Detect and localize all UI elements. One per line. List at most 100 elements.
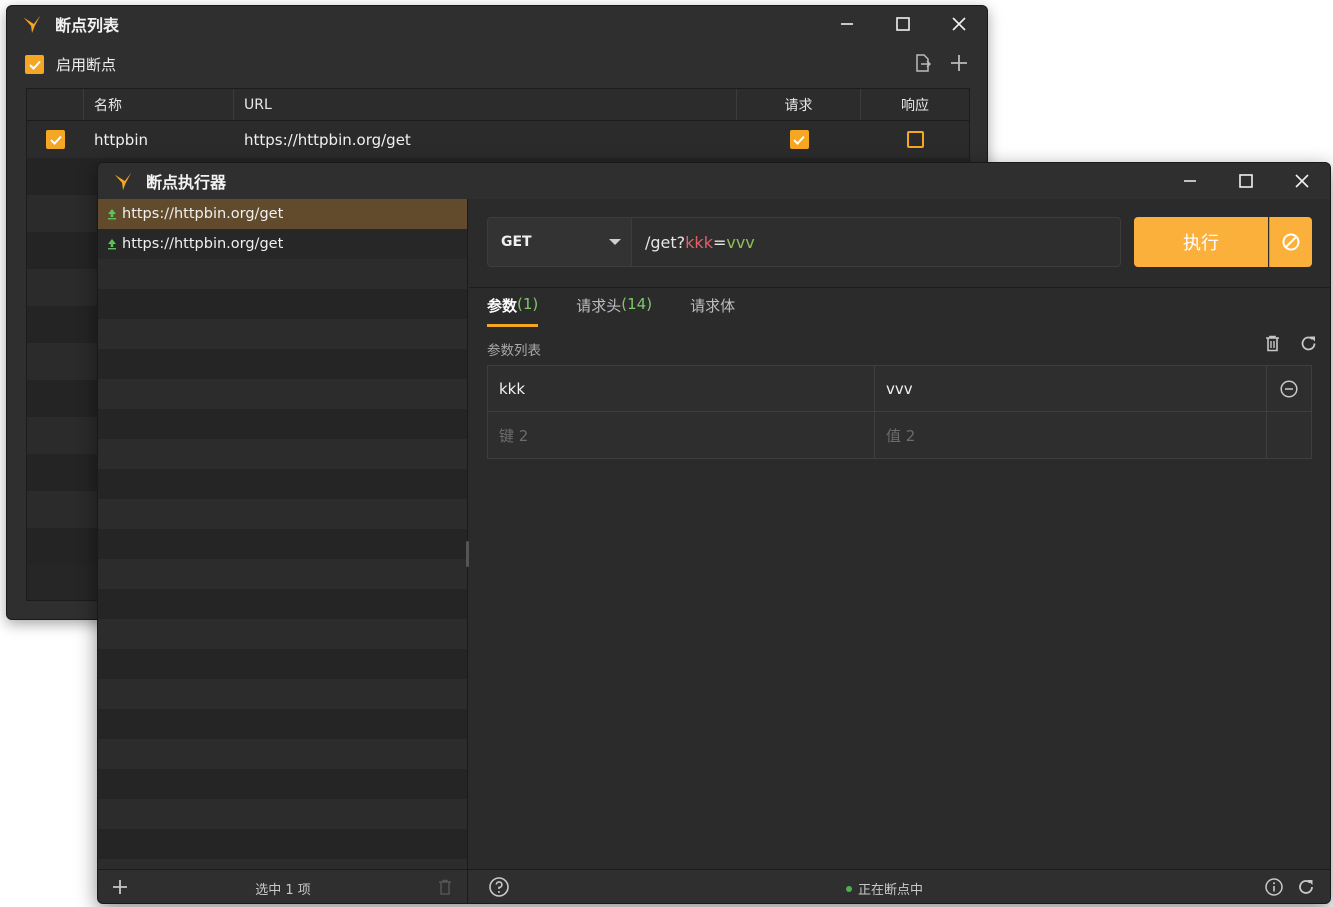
help-icon[interactable]	[488, 876, 510, 898]
empty-row	[98, 319, 467, 349]
window-title: 断点执行器	[146, 173, 227, 192]
refresh-icon[interactable]	[1296, 877, 1316, 897]
request-url: https://httpbin.org/get	[122, 206, 284, 222]
app-logo-icon	[114, 172, 132, 191]
executor-titlebar[interactable]: 断点执行器	[98, 163, 1330, 199]
divider	[469, 287, 1330, 288]
param-action-empty	[1267, 412, 1311, 458]
upload-arrow-icon	[108, 239, 116, 250]
tab-label: 参数	[487, 297, 518, 315]
check-icon	[793, 135, 805, 145]
chevron-down-icon	[609, 239, 621, 245]
list-footer: 选中 1 项	[98, 870, 468, 903]
header-url[interactable]: URL	[234, 89, 737, 120]
maximize-button[interactable]	[1218, 163, 1274, 199]
header-checkbox-column	[27, 89, 84, 120]
window-title: 断点列表	[55, 16, 120, 35]
tab-count: (1)	[517, 295, 539, 313]
method-select[interactable]: GET	[487, 217, 632, 267]
status-bar: 选中 1 项 正在断点中	[98, 869, 1330, 903]
tab-label: 请求体	[690, 297, 736, 315]
empty-row	[98, 859, 467, 869]
empty-row	[98, 589, 467, 619]
tab-label: 请求头	[576, 297, 622, 315]
header-response[interactable]: 响应	[861, 89, 969, 120]
breakpoint-status: 正在断点中	[846, 879, 923, 898]
empty-row	[98, 649, 467, 679]
execute-button[interactable]: 执行	[1134, 217, 1268, 267]
empty-row	[98, 349, 467, 379]
maximize-button[interactable]	[875, 6, 931, 42]
cancel-button[interactable]	[1269, 217, 1312, 267]
check-icon	[28, 60, 41, 70]
empty-row	[98, 469, 467, 499]
detail-tabs: 参数 (1) 请求头 (14) 请求体	[487, 295, 735, 327]
maximize-icon	[1239, 174, 1253, 188]
request-detail-pane: GET /get? kkk = vvv 执行 参数 (1) 请求头 (14) 请求体 参	[469, 199, 1330, 869]
table-row[interactable]: httpbin https://httpbin.org/get	[27, 121, 969, 158]
upload-arrow-icon	[108, 209, 116, 220]
param-value-input[interactable]: vvv	[875, 366, 1267, 411]
new-param-value-input[interactable]: 值 2	[875, 412, 1267, 458]
empty-row	[98, 409, 467, 439]
empty-row	[98, 739, 467, 769]
row-url: https://httpbin.org/get	[244, 130, 411, 149]
header-request[interactable]: 请求	[737, 89, 861, 120]
empty-row	[98, 619, 467, 649]
close-button[interactable]	[1274, 163, 1330, 199]
close-button[interactable]	[931, 6, 987, 42]
row-response-checkbox[interactable]	[906, 131, 924, 148]
app-logo-icon	[23, 15, 41, 34]
url-path: /get?	[645, 232, 686, 252]
empty-row	[98, 439, 467, 469]
enable-breakpoints-checkbox[interactable]	[25, 55, 44, 74]
new-param-key-input[interactable]: 键 2	[488, 412, 875, 458]
enable-breakpoints-toggle[interactable]: 启用断点	[25, 54, 116, 75]
ban-icon	[1282, 233, 1300, 251]
param-key-input[interactable]: kkk	[488, 366, 875, 411]
row-request-checkbox[interactable]	[789, 130, 809, 149]
minimize-icon	[1184, 180, 1196, 182]
trash-icon[interactable]	[436, 878, 454, 896]
import-file-icon[interactable]	[913, 53, 933, 73]
breakpoint-executor-window: 断点执行器 https://httpbin.org/get https://ht…	[97, 162, 1331, 904]
request-list-item[interactable]: https://httpbin.org/get	[98, 199, 467, 229]
empty-row	[98, 709, 467, 739]
info-icon[interactable]	[1264, 877, 1284, 897]
tab-params[interactable]: 参数 (1)	[487, 295, 539, 327]
empty-row	[98, 799, 467, 829]
minimize-button[interactable]	[819, 6, 875, 42]
trash-icon[interactable]	[1263, 334, 1282, 353]
empty-row	[98, 379, 467, 409]
selection-count: 选中 1 项	[255, 883, 311, 898]
url-input[interactable]: /get? kkk = vvv	[631, 217, 1121, 267]
minus-circle-icon	[1280, 379, 1298, 398]
params-section-label: 参数列表	[487, 343, 541, 359]
empty-row	[98, 259, 467, 289]
empty-row	[98, 679, 467, 709]
status-dot-icon	[846, 885, 852, 892]
request-url: https://httpbin.org/get	[122, 236, 284, 252]
row-name: httpbin	[94, 130, 148, 149]
remove-param-button[interactable]	[1267, 366, 1311, 411]
tab-body[interactable]: 请求体	[690, 295, 735, 327]
url-query-equals: =	[712, 232, 727, 252]
minimize-button[interactable]	[1162, 163, 1218, 199]
header-name[interactable]: 名称	[84, 89, 234, 120]
close-icon	[1295, 174, 1309, 188]
param-row-new: 键 2 值 2	[488, 412, 1311, 458]
request-list-item[interactable]: https://httpbin.org/get	[98, 229, 467, 259]
params-table: kkk vvv 键 2 值 2	[487, 365, 1312, 459]
empty-row	[98, 529, 467, 559]
url-query-value: vvv	[726, 232, 755, 252]
add-icon[interactable]	[949, 53, 969, 73]
empty-row	[98, 499, 467, 529]
table-header: 名称 URL 请求 响应	[27, 89, 969, 121]
request-list: https://httpbin.org/get https://httpbin.…	[98, 199, 468, 869]
tab-headers[interactable]: 请求头 (14)	[576, 295, 652, 327]
minimize-icon	[841, 23, 853, 25]
refresh-icon[interactable]	[1299, 334, 1318, 353]
param-row: kkk vvv	[488, 366, 1311, 412]
row-enabled-checkbox[interactable]	[46, 130, 65, 149]
tab-count: (14)	[621, 295, 653, 313]
